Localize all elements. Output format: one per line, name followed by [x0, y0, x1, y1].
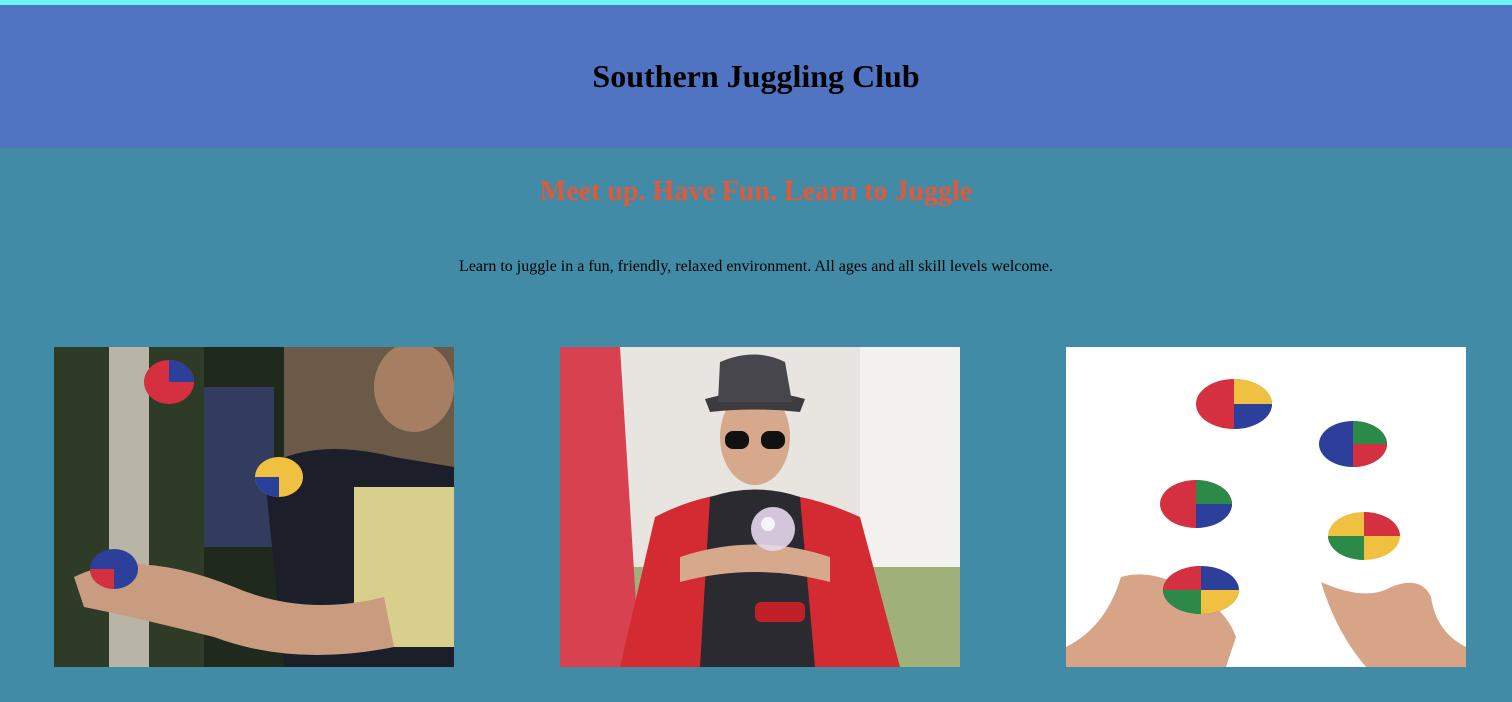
site-header: Southern Juggling Club: [0, 5, 1512, 148]
performer-with-contact-ball-photo: [560, 347, 960, 667]
man-juggling-beanbags-photo: [54, 347, 454, 667]
site-title: Southern Juggling Club: [592, 58, 920, 94]
intro-text: Learn to juggle in a fun, friendly, rela…: [459, 258, 1053, 275]
hands-with-juggling-balls-photo: [1066, 347, 1466, 667]
tagline: Meet up. Have Fun. Learn to Juggle: [539, 176, 973, 207]
